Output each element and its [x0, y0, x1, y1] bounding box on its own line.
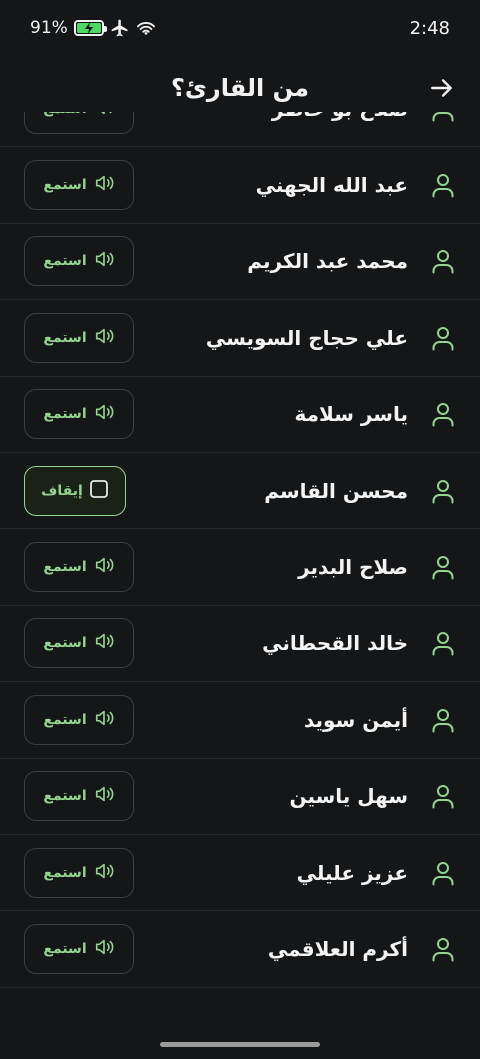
reciter-info: علي حجاج السويسي [206, 324, 456, 352]
reciter-row-10[interactable]: استمع سهل ياسين [0, 759, 480, 835]
listen-button[interactable]: استمع [24, 312, 134, 363]
reciter-name: سهل ياسين [289, 784, 408, 809]
reciter-name: صلاح البدير [298, 555, 408, 580]
home-indicator[interactable] [160, 1042, 320, 1047]
reciter-name: خالد القحطاني [262, 631, 408, 656]
reciter-selection-screen: 91% 2:48 من القارئ؟ استمع عبد الله الجهن… [0, 0, 480, 1059]
reciter-row-11[interactable]: استمع عزيز عليلي [0, 835, 480, 912]
speaker-icon [95, 405, 114, 420]
speaker-icon [95, 252, 114, 267]
reciter-info: أيمن سويد [304, 706, 456, 734]
reciter-name: محمد عبد الكريم [247, 249, 408, 274]
reciter-info: صلاح البدير [298, 553, 456, 581]
battery-charging-icon [73, 20, 107, 36]
battery-percent: 91% [30, 18, 68, 38]
reciter-row-12[interactable]: استمع أكرم العلاقمي [0, 911, 480, 988]
listen-button-label: استمع [43, 788, 87, 805]
reciter-name: ياسر سلامة [294, 402, 408, 427]
speaker-icon [101, 112, 112, 114]
reciter-info: عبد الله الجهني [256, 171, 456, 199]
speaker-icon [95, 710, 114, 725]
user-icon [430, 935, 456, 963]
user-icon [430, 782, 456, 810]
reciter-row-7[interactable]: استمع صلاح البدير [0, 529, 480, 606]
listen-button[interactable]: استمع [24, 160, 134, 211]
airplane-mode-icon [111, 19, 128, 37]
user-icon [430, 171, 456, 199]
reciter-row-3[interactable]: استمع محمد عبد الكريم [0, 224, 480, 301]
speaker-icon [95, 939, 114, 955]
reciter-name: أكرم العلاقمي [267, 936, 408, 961]
listen-button[interactable]: استمع [24, 236, 134, 287]
listen-button[interactable]: استمع [24, 389, 134, 440]
speaker-icon [95, 787, 114, 802]
listen-button-label: استمع [43, 253, 87, 270]
back-button[interactable] [426, 72, 458, 104]
arrow-right-icon [431, 79, 452, 97]
reciter-row-8[interactable]: استمع خالد القحطاني [0, 606, 480, 683]
listen-button-label: استمع [43, 635, 87, 652]
listen-button-label: إيقاف [41, 482, 83, 499]
reciter-name: عبد الله الجهني [255, 173, 408, 198]
user-icon [430, 706, 456, 734]
clock: 2:48 [409, 17, 450, 39]
stop-button[interactable]: إيقاف [24, 465, 126, 516]
page-title: من القارئ؟ [170, 74, 310, 102]
listen-button-label: استمع [43, 940, 87, 957]
stop-icon [89, 479, 108, 498]
reciter-info: ياسر سلامة [295, 400, 456, 428]
listen-button-label: استمع [43, 177, 87, 194]
reciter-row-6[interactable]: إيقاف محسن القاسم [0, 453, 480, 530]
listen-button[interactable]: استمع [24, 847, 134, 898]
user-icon [430, 477, 456, 505]
user-icon [430, 859, 456, 887]
speaker-icon [95, 863, 114, 878]
reciter-row-1[interactable]: استمع صلاح بو خاطر [0, 112, 480, 148]
user-icon [430, 112, 456, 123]
user-icon [430, 553, 456, 581]
speaker-icon [95, 557, 114, 573]
listen-button[interactable]: استمع [24, 771, 134, 822]
listen-button-label: استمع [43, 406, 87, 423]
reciter-list[interactable]: استمع صلاح بو خاطر استمع عبد الله [0, 112, 480, 1019]
listen-button-label: استمع [43, 112, 86, 117]
reciter-name: أيمن سويد [303, 707, 408, 732]
user-icon [430, 324, 456, 352]
reciter-info: محسن القاسم [264, 477, 456, 505]
listen-button[interactable]: استمع [24, 542, 134, 593]
listen-button-label: استمع [43, 711, 87, 728]
listen-button-label: استمع [43, 559, 87, 576]
wifi-icon [136, 22, 155, 36]
status-bar: 91% 2:48 [0, 0, 480, 56]
speaker-icon [95, 175, 114, 191]
header: من القارئ؟ [0, 64, 480, 112]
listen-button-label: استمع [43, 329, 87, 346]
reciter-info: صلاح بو خاطر [272, 112, 456, 123]
user-icon [430, 400, 456, 428]
reciter-info: محمد عبد الكريم [247, 247, 456, 275]
reciter-row-2[interactable]: استمع عبد الله الجهني [0, 147, 480, 224]
listen-button[interactable]: استمع [24, 923, 134, 974]
reciter-row-4[interactable]: استمع علي حجاج السويسي [0, 300, 480, 377]
reciter-info: عزيز عليلي [297, 859, 456, 887]
reciter-name: عزيز عليلي [296, 860, 408, 885]
reciter-name: علي حجاج السويسي [205, 325, 408, 350]
reciter-name: محسن القاسم [264, 478, 408, 503]
reciter-info: أكرم العلاقمي [268, 935, 456, 963]
reciter-name: صلاح بو خاطر [272, 112, 408, 121]
listen-button[interactable]: استمع [24, 112, 134, 134]
user-icon [430, 629, 456, 657]
reciter-info: سهل ياسين [289, 782, 456, 810]
speaker-icon [95, 328, 114, 344]
reciter-info: خالد القحطاني [262, 629, 456, 657]
listen-button[interactable]: استمع [24, 618, 134, 669]
listen-button-label: استمع [43, 864, 87, 881]
user-icon [430, 247, 456, 275]
reciter-row-9[interactable]: استمع أيمن سويد [0, 682, 480, 759]
status-icons: 91% [30, 18, 156, 38]
listen-button[interactable]: استمع [24, 694, 134, 745]
speaker-icon [95, 634, 114, 649]
reciter-row-5[interactable]: استمع ياسر سلامة [0, 377, 480, 453]
